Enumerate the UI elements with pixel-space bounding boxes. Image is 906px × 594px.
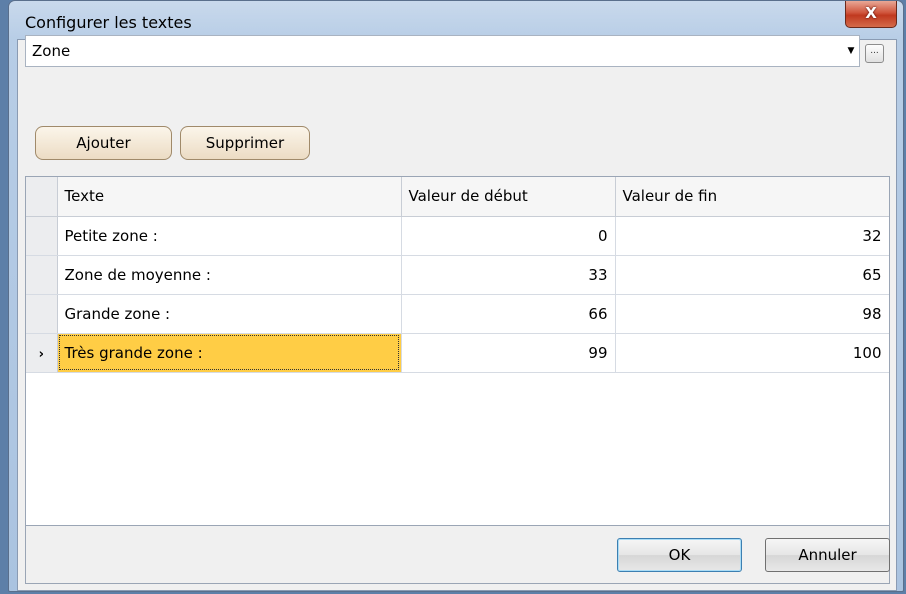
table-row[interactable]: Petite zone : 0 32 (26, 216, 889, 256)
cell-end-value[interactable]: 100 (615, 333, 889, 373)
row-indicator-header[interactable] (26, 177, 58, 217)
cell-start-value[interactable]: 99 (401, 333, 616, 373)
cell-text[interactable]: Zone de moyenne : (57, 255, 402, 295)
row-indicator[interactable] (26, 255, 58, 295)
close-button[interactable]: X (845, 1, 897, 28)
title-bar[interactable]: Configurer les textes (9, 1, 903, 39)
grid-header-row: Texte Valeur de début Valeur de fin (26, 177, 889, 217)
cell-end-value[interactable]: 65 (615, 255, 889, 295)
add-button[interactable]: Ajouter (35, 126, 172, 160)
dialog-window: Configurer les textes X Zone ▼ ... Ajout… (8, 0, 904, 592)
row-indicator[interactable] (26, 294, 58, 334)
combobox-value: Zone (32, 42, 71, 60)
table-row[interactable]: Grande zone : 66 98 (26, 294, 889, 334)
ellipsis-button[interactable]: ... (865, 44, 884, 63)
column-header-text[interactable]: Texte (57, 177, 402, 217)
table-row[interactable]: Zone de moyenne : 33 65 (26, 255, 889, 295)
table-row-current[interactable]: › Très grande zone : 99 100 (26, 333, 889, 373)
texts-grid: Texte Valeur de début Valeur de fin Peti… (25, 176, 890, 526)
cell-text-selected[interactable]: Très grande zone : (57, 333, 402, 373)
dialog-footer: OK Annuler (25, 526, 890, 584)
cancel-button[interactable]: Annuler (765, 538, 890, 572)
column-header-start-value[interactable]: Valeur de début (401, 177, 616, 217)
text-set-combobox[interactable]: Zone ▼ (25, 35, 860, 67)
cell-start-value[interactable]: 0 (401, 216, 616, 256)
row-indicator[interactable]: › (26, 333, 58, 373)
column-header-end-value[interactable]: Valeur de fin (615, 177, 889, 217)
cell-start-value[interactable]: 66 (401, 294, 616, 334)
cell-start-value[interactable]: 33 (401, 255, 616, 295)
cell-text[interactable]: Grande zone : (57, 294, 402, 334)
cell-text[interactable]: Petite zone : (57, 216, 402, 256)
cell-end-value[interactable]: 98 (615, 294, 889, 334)
dialog-title: Configurer les textes (25, 13, 192, 32)
row-indicator[interactable] (26, 216, 58, 256)
ok-button[interactable]: OK (617, 538, 742, 572)
cell-end-value[interactable]: 32 (615, 216, 889, 256)
current-row-arrow-icon: › (38, 346, 44, 362)
delete-button[interactable]: Supprimer (180, 126, 310, 160)
chevron-down-icon[interactable]: ▼ (843, 36, 859, 66)
